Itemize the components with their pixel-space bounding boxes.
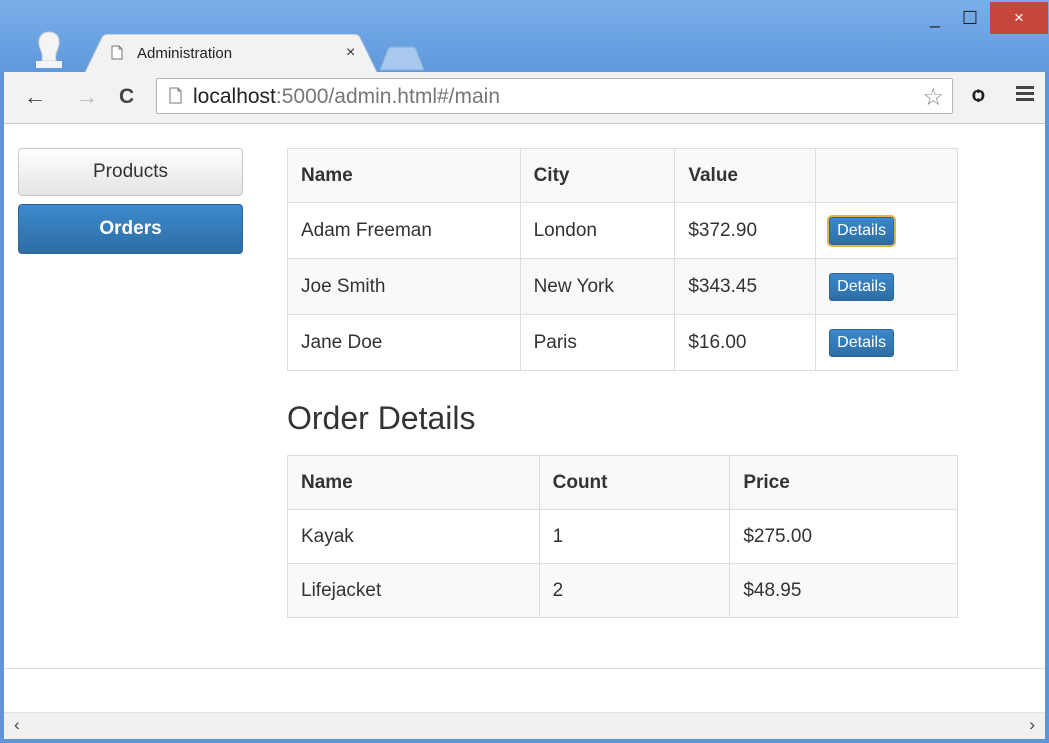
- item-name: Kayak: [287, 509, 540, 564]
- browser-tab-active[interactable]: Administration ×: [84, 34, 378, 74]
- back-arrow-icon[interactable]: ←: [24, 84, 46, 110]
- order-city: London: [519, 202, 676, 259]
- page-viewport: Products Orders Name City Value Adam Fre…: [4, 124, 1045, 712]
- bookmark-star-icon[interactable]: ☆: [922, 83, 944, 112]
- column-header-item-name: Name: [287, 455, 540, 510]
- scroll-left-icon[interactable]: ‹: [14, 715, 20, 735]
- forward-arrow-icon[interactable]: →: [76, 84, 98, 110]
- browser-window: _ ☐ × Administration × ← → C localhost:5…: [0, 0, 1049, 743]
- order-name: Joe Smith: [287, 258, 521, 315]
- url-text: localhost:5000/admin.html#/main: [193, 85, 500, 109]
- table-row: Adam Freeman London $372.90 Details: [287, 202, 958, 259]
- item-price: $48.95: [729, 563, 958, 618]
- orders-header-row: Name City Value: [287, 148, 958, 203]
- page-icon: [169, 87, 182, 109]
- order-action-cell: Details: [815, 314, 958, 371]
- column-header-name: Name: [287, 148, 521, 203]
- divider: [4, 668, 1045, 669]
- hamburger-menu-icon[interactable]: [1016, 83, 1034, 104]
- address-bar[interactable]: localhost:5000/admin.html#/main ☆: [156, 78, 953, 114]
- table-row: Kayak 1 $275.00: [287, 509, 958, 564]
- order-action-cell: Details: [815, 258, 958, 315]
- order-city: Paris: [519, 314, 676, 371]
- order-details-table: Name Count Price Kayak 1 $275.00 Lifejac…: [287, 455, 958, 618]
- item-price: $275.00: [729, 509, 958, 564]
- profile-avatar-icon[interactable]: [34, 30, 64, 68]
- item-count: 1: [538, 509, 731, 564]
- order-city: New York: [519, 258, 676, 315]
- order-action-cell: Details: [815, 202, 958, 259]
- column-header-actions: [815, 148, 958, 203]
- reload-icon[interactable]: C: [119, 85, 134, 109]
- column-header-price: Price: [729, 455, 958, 510]
- item-count: 2: [538, 563, 731, 618]
- order-details-heading: Order Details: [287, 400, 476, 436]
- horizontal-scrollbar[interactable]: ‹ ›: [4, 712, 1045, 739]
- column-header-value: Value: [674, 148, 817, 203]
- minimize-button[interactable]: _: [918, 2, 952, 34]
- order-name: Jane Doe: [287, 314, 521, 371]
- tab-title: Administration: [137, 45, 233, 62]
- column-header-city: City: [519, 148, 676, 203]
- table-row: Jane Doe Paris $16.00 Details: [287, 314, 958, 371]
- order-value: $343.45: [674, 258, 817, 315]
- orders-nav-button[interactable]: Orders: [18, 204, 243, 254]
- details-header-row: Name Count Price: [287, 455, 958, 510]
- orders-table: Name City Value Adam Freeman London $372…: [287, 148, 958, 371]
- url-host: localhost: [193, 85, 276, 108]
- table-row: Lifejacket 2 $48.95: [287, 563, 958, 618]
- details-button[interactable]: Details: [829, 216, 895, 245]
- scroll-right-icon[interactable]: ›: [1029, 715, 1035, 735]
- order-value: $372.90: [674, 202, 817, 259]
- tab-close-button[interactable]: ×: [346, 44, 355, 62]
- column-header-count: Count: [538, 455, 731, 510]
- item-name: Lifejacket: [287, 563, 540, 618]
- url-path: :5000/admin.html#/main: [275, 85, 501, 108]
- maximize-button[interactable]: ☐: [952, 2, 988, 34]
- details-button[interactable]: Details: [829, 328, 895, 357]
- browser-toolbar: ← → C localhost:5000/admin.html#/main ☆ …: [4, 72, 1045, 124]
- order-name: Adam Freeman: [287, 202, 521, 259]
- order-value: $16.00: [674, 314, 817, 371]
- close-window-button[interactable]: ×: [990, 2, 1048, 34]
- extension-icon[interactable]: ѻ: [972, 84, 985, 107]
- details-button[interactable]: Details: [829, 272, 895, 301]
- products-nav-button[interactable]: Products: [18, 148, 243, 196]
- table-row: Joe Smith New York $343.45 Details: [287, 258, 958, 315]
